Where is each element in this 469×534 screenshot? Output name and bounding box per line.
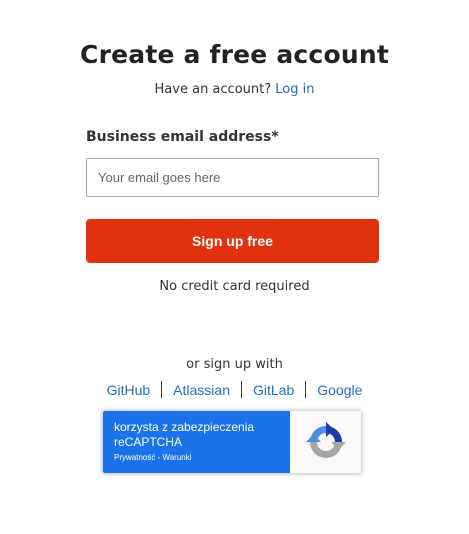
recaptcha-logo-panel xyxy=(290,411,361,473)
recaptcha-text-panel: korzysta z zabezpieczenia reCAPTCHA Pryw… xyxy=(103,411,290,473)
have-account-line: Have an account? Log in xyxy=(0,82,469,97)
atlassian-link[interactable]: Atlassian xyxy=(162,382,241,398)
recaptcha-links[interactable]: Prywatność - Warunki xyxy=(114,453,290,462)
signup-button[interactable]: Sign up free xyxy=(86,219,379,263)
email-field[interactable] xyxy=(86,158,379,197)
gitlab-link[interactable]: GitLab xyxy=(242,382,305,398)
login-link[interactable]: Log in xyxy=(275,82,314,97)
alt-signup-label: or sign up with xyxy=(186,357,283,372)
page-title: Create a free account xyxy=(80,40,389,69)
recaptcha-logo-icon xyxy=(305,422,346,458)
have-account-text: Have an account? xyxy=(154,82,272,97)
google-link[interactable]: Google xyxy=(306,382,373,398)
email-label: Business email address* xyxy=(86,129,279,145)
recaptcha-badge[interactable]: korzysta z zabezpieczenia reCAPTCHA Pryw… xyxy=(103,411,361,473)
provider-links: GitHub Atlassian GitLab Google xyxy=(0,381,469,398)
recaptcha-line2: reCAPTCHA xyxy=(114,435,183,449)
no-credit-card-note: No credit card required xyxy=(159,279,310,294)
recaptcha-line1: korzysta z zabezpieczenia xyxy=(114,420,255,434)
github-link[interactable]: GitHub xyxy=(96,382,162,398)
